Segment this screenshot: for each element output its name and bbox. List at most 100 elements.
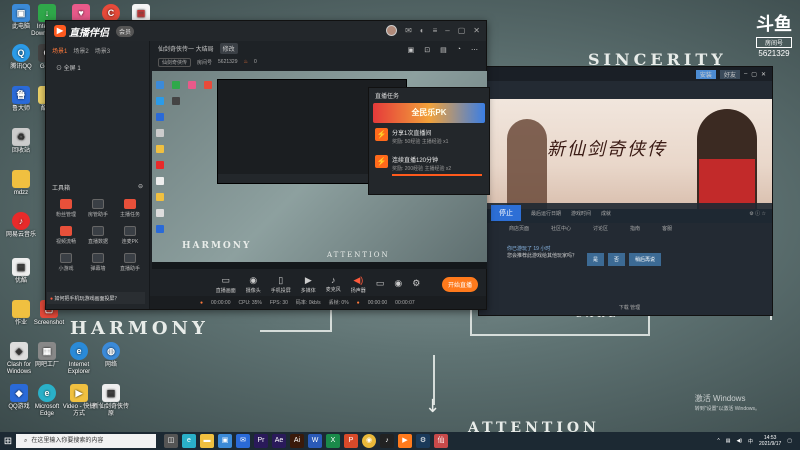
word-icon[interactable]: W: [308, 434, 322, 448]
tool-live-assistant[interactable]: 直播助手: [114, 253, 146, 272]
ime-icon[interactable]: 中: [748, 438, 753, 445]
tab-discussions[interactable]: 讨论区: [593, 225, 608, 232]
tab-guides[interactable]: 指南: [630, 225, 640, 232]
menu-icon[interactable]: ≡: [433, 26, 438, 35]
game-icon[interactable]: 仙: [434, 434, 448, 448]
eye-icon: ◉: [394, 278, 403, 288]
desktop-icon-youku[interactable]: ▤ 优酷: [2, 258, 40, 285]
store-icon[interactable]: ▣: [218, 434, 232, 448]
speaker-button[interactable]: ◀) 扬声器: [351, 275, 366, 294]
tray-chevron-icon[interactable]: ^: [717, 438, 719, 444]
tool-fan-management[interactable]: 粉丝管理: [50, 199, 82, 218]
minimize-icon[interactable]: –: [445, 26, 449, 35]
settings-icon[interactable]: ⚙ ⓘ ☆: [749, 210, 766, 217]
media-button[interactable]: ▶ 多媒体: [301, 275, 316, 294]
tool-streamer-task[interactable]: 主播任务: [114, 199, 146, 218]
streamer-app-window[interactable]: ▶ 直播伴侣 会员 ✉ ◐ ≡ – ▢ ✕ 场景1 场景2 场景3 ⊙ 全屏 1: [45, 20, 490, 310]
microphone-button[interactable]: ♪ 麦克风: [326, 275, 341, 293]
volume-icon[interactable]: ◀): [736, 438, 742, 444]
tool-mini-game[interactable]: 小游戏: [50, 253, 82, 272]
live-indicator-icon: ●: [356, 299, 360, 306]
desktop-icon-netease-music[interactable]: ♪ 网易云音乐: [2, 212, 40, 239]
windows-start-icon[interactable]: ⊞: [0, 432, 16, 450]
tab-scene-2[interactable]: 场景2: [73, 46, 88, 55]
stop-button[interactable]: 停止: [491, 205, 521, 221]
task-item[interactable]: ⚡ 连续直播120分钟 奖励: 200经验 主播经验 x2: [369, 150, 489, 181]
status-bar: ● 00:00:00 CPU: 35% FPS: 30 码率: 0kb/s 丢帧…: [150, 296, 486, 309]
settings-button[interactable]: ⚙: [412, 278, 420, 290]
illustrator-icon[interactable]: Ai: [290, 434, 304, 448]
minimize-icon[interactable]: –: [744, 71, 747, 77]
desktop-icon-recycle-bin[interactable]: ♻ 回收站: [2, 128, 40, 155]
close-icon[interactable]: ✕: [473, 26, 480, 35]
desktop-icon-mdzz[interactable]: mdzz: [2, 170, 40, 197]
search-input[interactable]: ⌕ 在这里输入你要搜索的内容: [16, 434, 156, 448]
powerpoint-icon[interactable]: P: [344, 434, 358, 448]
phone-cast-button[interactable]: ▯ 手机投屏: [271, 275, 291, 294]
tab-scene-3[interactable]: 场景3: [95, 46, 110, 55]
notification-icon[interactable]: ▢: [787, 438, 792, 444]
edit-title-button[interactable]: 修改: [219, 43, 238, 54]
lock-icon[interactable]: ⊡: [424, 46, 430, 54]
excel-icon[interactable]: X: [326, 434, 340, 448]
edge-taskbar-icon[interactable]: e: [182, 434, 196, 448]
vip-badge[interactable]: 会员: [116, 25, 135, 37]
desktop-icon-network[interactable]: ◍ 网络: [92, 342, 130, 369]
douyin-icon[interactable]: ♪: [380, 434, 394, 448]
bell-icon[interactable]: ◔: [457, 46, 461, 54]
gift-icon[interactable]: ▣: [408, 46, 415, 54]
tool-danmaku-wall[interactable]: 弹幕墙: [82, 253, 114, 272]
tab-store-page[interactable]: 商店页面: [509, 225, 529, 232]
pk-banner[interactable]: 全民乐PK: [373, 103, 485, 123]
close-icon[interactable]: ✕: [761, 71, 766, 78]
friends-button[interactable]: 好友: [719, 69, 740, 79]
help-notification[interactable]: ● 如何把手机玩游戏画面投屏？: [47, 292, 145, 304]
record-button[interactable]: ▭: [376, 278, 385, 290]
category-chip[interactable]: 仙剑奇侠传: [158, 57, 192, 67]
stream-controls: ▭ 直播画面 ◉ 摄像头 ▯ 手机投屏 ▶ 多媒体 ♪ 麦克风 ◀) 扬声器 ▭ ◉ ⚙: [150, 271, 486, 297]
review-later-button[interactable]: 稍后再说: [629, 253, 662, 266]
review-no-button[interactable]: 否: [608, 253, 626, 266]
skin-icon[interactable]: ◐: [420, 26, 425, 35]
tab-scene-1[interactable]: 场景1: [52, 46, 67, 55]
chart-icon[interactable]: ▤: [440, 46, 447, 54]
avatar[interactable]: [386, 25, 398, 36]
scene-source-item[interactable]: ⊙ 全屏 1: [46, 60, 149, 75]
maximize-icon[interactable]: ▢: [751, 71, 757, 78]
video-folder-icon: ▶: [70, 384, 88, 402]
preview-icon: [156, 209, 164, 217]
chrome-icon[interactable]: ◉: [362, 434, 376, 448]
review-yes-button[interactable]: 是: [587, 253, 605, 266]
tool-room-admin[interactable]: 房管助手: [82, 199, 114, 218]
after-effects-icon[interactable]: Ae: [272, 434, 286, 448]
tool-pk[interactable]: 连麦PK: [114, 226, 146, 245]
clock[interactable]: 14:53 2021/9/17: [759, 435, 781, 447]
tab-community[interactable]: 社区中心: [551, 225, 571, 232]
install-button[interactable]: 安装: [695, 69, 716, 79]
view-button[interactable]: ◉: [394, 278, 402, 290]
toolbox-grid: 粉丝管理 房管助手 主播任务 视频流畅 直播数据 连麦PK 小游戏 弹幕墙 直播…: [50, 199, 146, 272]
task-title: 连续直播120分钟: [392, 158, 439, 164]
tool-video-smooth[interactable]: 视频流畅: [50, 226, 82, 245]
tool-live-data[interactable]: 直播数据: [82, 226, 114, 245]
tab-support[interactable]: 客服: [662, 225, 672, 232]
desktop-icon-game-doc[interactable]: ▤ 新仙剑奇侠传 原: [92, 384, 130, 418]
task-view-icon[interactable]: ◫: [164, 434, 178, 448]
file-explorer-icon[interactable]: ▬: [200, 434, 214, 448]
task-item[interactable]: ⚡ 分享1次直播间 奖励: 50经验 主播经验 x1: [369, 123, 489, 150]
task-popup[interactable]: 直播任务 全民乐PK ⚡ 分享1次直播间 奖励: 50经验 主播经验 x1 ⚡ …: [368, 87, 490, 195]
start-live-button[interactable]: 开始直播: [441, 277, 478, 292]
streamer-app-icon[interactable]: ▶: [398, 434, 412, 448]
more-icon[interactable]: ⋯: [471, 46, 478, 54]
maximize-icon[interactable]: ▢: [458, 26, 466, 35]
room-id-label: 房间号: [197, 59, 213, 66]
message-icon[interactable]: ✉: [405, 26, 412, 35]
network-icon[interactable]: ▤: [726, 438, 731, 444]
game-launcher-window[interactable]: 安装 好友 – ▢ ✕ 新仙剑奇侠传 停止 最后运行日期 游戏时间 成就 ⚙ ⓘ…: [478, 66, 773, 316]
steam-icon[interactable]: ⚙: [416, 434, 430, 448]
screen-capture-button[interactable]: ▭ 直播画面: [216, 275, 236, 294]
camera-button[interactable]: ◉ 摄像头: [246, 275, 261, 294]
mail-icon[interactable]: ✉: [236, 434, 250, 448]
premiere-icon[interactable]: Pr: [254, 434, 268, 448]
collapse-icon[interactable]: ⊖: [138, 183, 143, 192]
